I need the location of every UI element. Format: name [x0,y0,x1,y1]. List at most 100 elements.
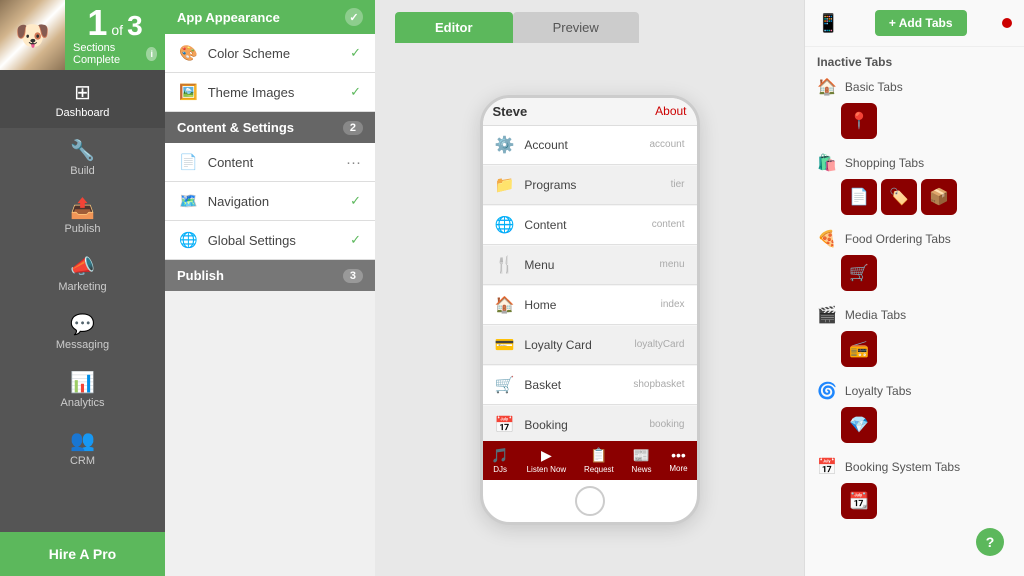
phone-menu-programs[interactable]: 📁 Programs tier [483,166,697,205]
content-more-icon: ··· [346,154,361,171]
loyalty-label: Loyalty Card [524,338,591,352]
nav-items: ⊞ Dashboard 🔧 Build 📤 Publish 📣 Marketin… [0,70,165,476]
phone-menu-home[interactable]: 🏠 Home index [483,286,697,325]
phone-menu-content[interactable]: 🌐 Content content [483,206,697,245]
phone-mockup: Steve About ⚙️ Account account 📁 Program… [480,95,700,525]
sidebar-item-label: Messaging [56,339,109,351]
loyalty-tabs-icon: 🌀 [817,381,837,401]
sidebar-item-label: Dashboard [56,107,110,119]
tab-group-shopping: 🛍️ Shopping Tabs 📄 🏷️ 📦 [805,149,1024,225]
sidebar-item-label: Marketing [58,281,106,293]
orders-icon: 📄 [849,187,869,207]
theme-images-item[interactable]: 🖼️ Theme Images ✓ [165,73,375,112]
messaging-icon: 💬 [70,312,95,337]
menu-value: menu [659,259,684,270]
phone-menu-basket[interactable]: 🛒 Basket shopbasket [483,366,697,405]
add-tabs-button[interactable]: + Add Tabs [875,10,967,36]
basket-label: Basket [524,378,561,392]
shopping-tab-icon-2[interactable]: 📦 [921,179,957,215]
crm-icon: 👥 [70,428,95,453]
sections-total: 3 [127,10,143,42]
more-icon: ••• [671,447,686,463]
sections-complete-label: Sections Complete i [73,42,157,66]
main-content: Editor Preview Steve About ⚙️ Account ac… [375,0,804,576]
marketing-icon: 📣 [70,254,95,279]
media-tabs-label: 🎬 Media Tabs [817,305,1012,325]
sidebar-item-publish[interactable]: 📤 Publish [0,186,165,244]
phone-home-button[interactable] [575,486,605,516]
food-tab-icon-0[interactable]: 🛒 [841,255,877,291]
phone-menu-loyalty[interactable]: 💳 Loyalty Card loyaltyCard [483,326,697,365]
tab-preview[interactable]: Preview [513,12,639,43]
content-settings-badge: 2 [343,121,363,135]
color-scheme-check: ✓ [350,45,361,61]
booking-label: Booking [524,418,567,432]
shopping-tabs-label: 🛍️ Shopping Tabs [817,153,1012,173]
booking-tabs-icons: 📆 [817,481,1012,525]
basic-tab-icon-0[interactable]: 📍 [841,103,877,139]
phone-menu-menu[interactable]: 🍴 Menu menu [483,246,697,285]
tab-group-food: 🍕 Food Ordering Tabs 🛒 [805,225,1024,301]
global-settings-icon: 🌐 [179,231,198,249]
programs-value: tier [671,179,685,190]
device-icon: 📱 [817,13,839,34]
global-settings-item[interactable]: 🌐 Global Settings ✓ [165,221,375,260]
sidebar-item-dashboard[interactable]: ⊞ Dashboard [0,70,165,128]
loyalty-tabs-icons: 💎 [817,405,1012,449]
inactive-tabs-label: Inactive Tabs [805,47,1024,73]
bottom-bar-more[interactable]: ••• More [669,447,687,473]
hire-pro-button[interactable]: Hire A Pro [0,532,165,576]
menu-label: Menu [524,258,554,272]
sidebar-item-crm[interactable]: 👥 CRM [0,418,165,476]
color-scheme-item[interactable]: 🎨 Color Scheme ✓ [165,34,375,73]
bottom-bar-listen[interactable]: ▶ Listen Now [527,447,567,474]
phone-menu-booking[interactable]: 📅 Booking booking [483,406,697,441]
help-button[interactable]: ? [976,528,1004,556]
publish-header: Publish 3 [165,260,375,291]
sidebar-item-marketing[interactable]: 📣 Marketing [0,244,165,302]
navigation-item[interactable]: 🗺️ Navigation ✓ [165,182,375,221]
sidebar-item-label: Publish [64,223,100,235]
theme-images-check: ✓ [350,84,361,100]
products-icon: 📦 [929,187,949,207]
section-check-icon: ✓ [345,8,363,26]
phone-bottom-bar: 🎵 DJs ▶ Listen Now 📋 Request 📰 News ••• [483,441,697,480]
booking-value: booking [649,419,684,430]
sidebar-item-build[interactable]: 🔧 Build [0,128,165,186]
booking-cal-icon: 📆 [849,491,869,511]
tab-group-booking: 📅 Booking System Tabs 📆 [805,453,1024,529]
programs-label: Programs [524,178,576,192]
tab-editor[interactable]: Editor [395,12,513,43]
djs-icon: 🎵 [491,447,508,464]
sidebar-item-analytics[interactable]: 📊 Analytics [0,360,165,418]
analytics-icon: 📊 [70,370,95,395]
content-icon: 📄 [179,153,198,171]
booking-tab-icon-0[interactable]: 📆 [841,483,877,519]
djs-label: DJs [493,465,507,474]
account-icon: ⚙️ [495,135,515,155]
food-cart-icon: 🛒 [849,263,869,283]
sidebar-item-messaging[interactable]: 💬 Messaging [0,302,165,360]
loyalty-tab-icon-0[interactable]: 💎 [841,407,877,443]
shopping-tab-icon-0[interactable]: 📄 [841,179,877,215]
navigation-check: ✓ [350,193,361,209]
bottom-bar-news[interactable]: 📰 News [632,447,652,474]
shopping-tabs-icons: 📄 🏷️ 📦 [817,177,1012,221]
bottom-bar-request[interactable]: 📋 Request [584,447,614,474]
phone-about-link[interactable]: About [655,104,686,118]
news-icon: 📰 [633,447,650,464]
request-label: Request [584,465,614,474]
phone-menu-account[interactable]: ⚙️ Account account [483,126,697,165]
phone-user-name: Steve [493,104,528,119]
content-item[interactable]: 📄 Content ··· [165,143,375,182]
bottom-bar-djs[interactable]: 🎵 DJs [491,447,508,474]
app-appearance-header: App Appearance ✓ [165,0,375,34]
shopping-tabs-icon: 🛍️ [817,153,837,173]
shopping-tab-icon-1[interactable]: 🏷️ [881,179,917,215]
news-label: News [632,465,652,474]
middle-panel: App Appearance ✓ 🎨 Color Scheme ✓ 🖼️ The… [165,0,375,576]
booking-tabs-icon: 📅 [817,457,837,477]
account-label: Account [524,138,567,152]
media-tab-icon-0[interactable]: 📻 [841,331,877,367]
color-scheme-icon: 🎨 [179,44,198,62]
